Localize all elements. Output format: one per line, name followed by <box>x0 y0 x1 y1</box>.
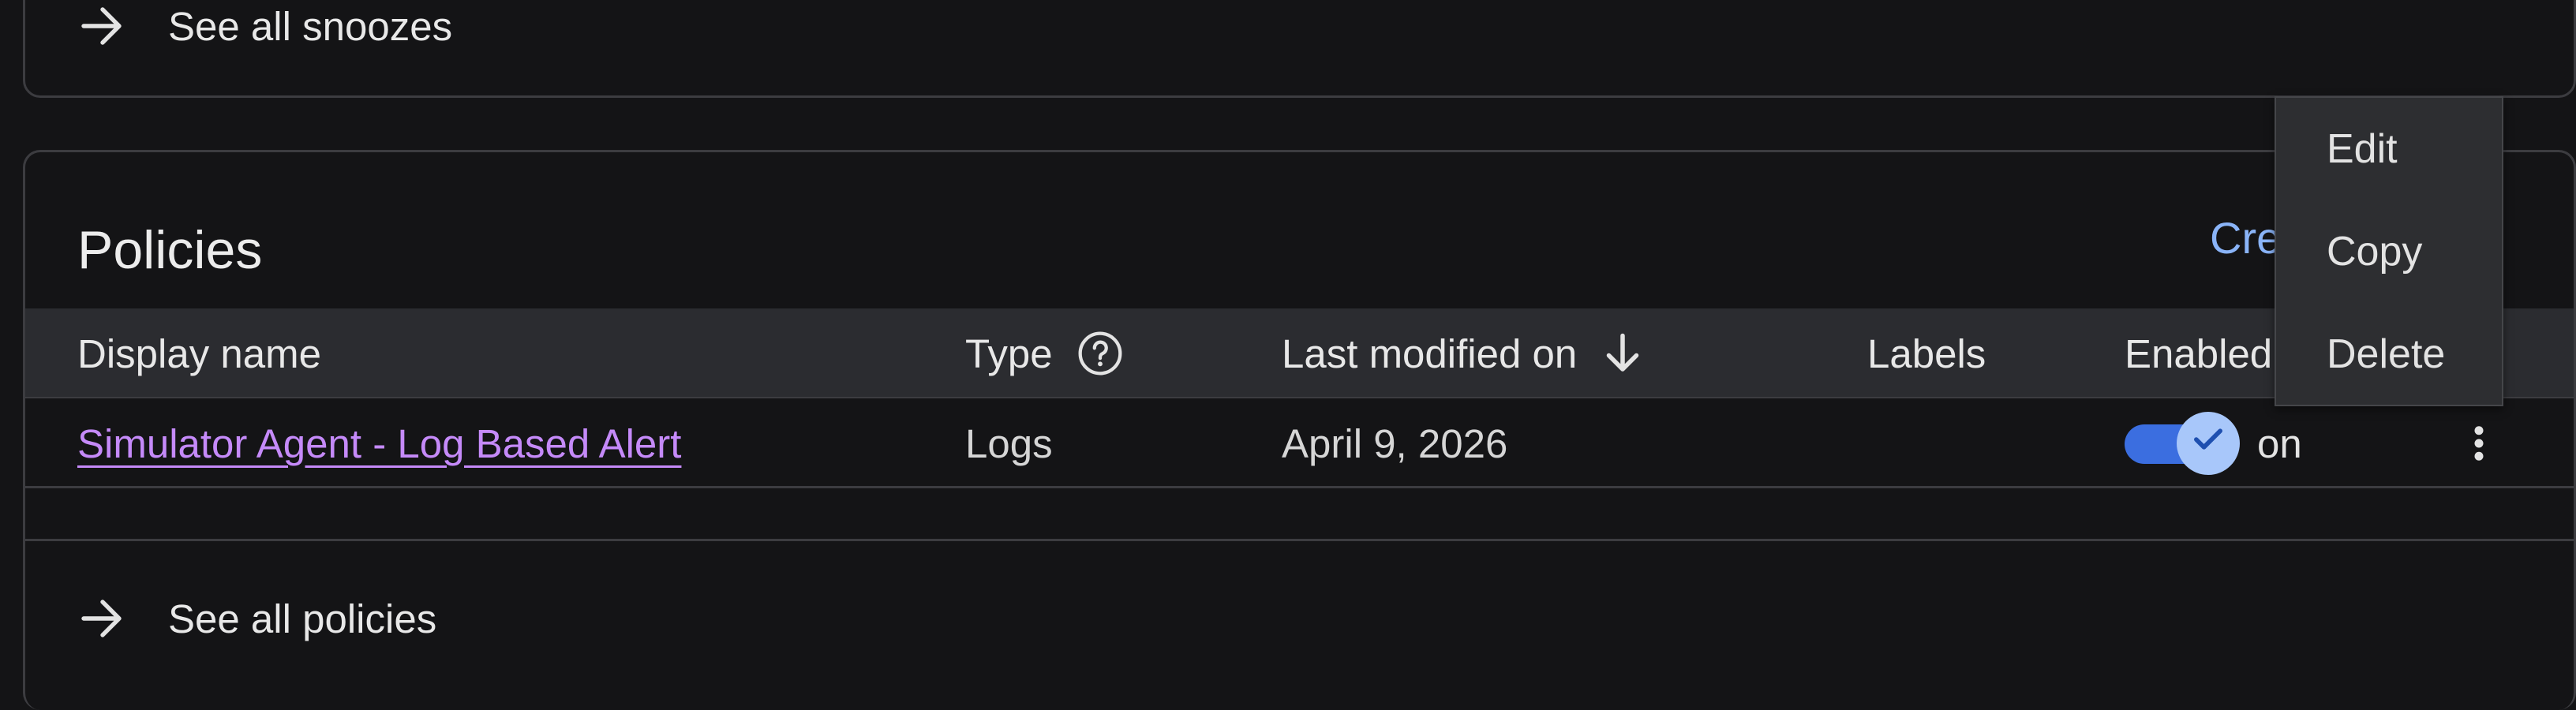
footer-divider <box>25 539 2574 541</box>
help-circle-icon[interactable] <box>1075 328 1125 379</box>
column-header-enabled: Enabled <box>2125 331 2273 376</box>
column-header-last-modified[interactable]: Last modified on <box>1282 308 1646 398</box>
more-vert-icon[interactable] <box>2451 416 2507 471</box>
check-icon <box>2188 418 2229 469</box>
menu-item-edit[interactable]: Edit <box>2276 98 2502 200</box>
menu-item-copy[interactable]: Copy <box>2276 200 2502 303</box>
policy-name-cell: Simulator Agent - Log Based Alert <box>77 398 681 488</box>
enabled-state-label: on <box>2257 420 2302 466</box>
column-header-display-name: Display name <box>77 331 321 376</box>
create-policy-button[interactable]: Cre <box>2210 212 2285 263</box>
row-actions-menu: Edit Copy Delete <box>2275 96 2503 406</box>
policies-title: Policies <box>77 220 263 280</box>
policy-type-cell: Logs <box>965 420 1053 466</box>
column-header-type: Type <box>965 308 1125 398</box>
see-all-snoozes-link[interactable]: See all snoozes <box>25 0 2574 65</box>
policies-card: Policies Cre Display name Type Last modi… <box>23 150 2576 710</box>
enabled-toggle[interactable] <box>2125 412 2240 475</box>
table-row: Simulator Agent - Log Based Alert Logs A… <box>25 398 2574 488</box>
policy-last-modified-cell: April 9, 2026 <box>1282 420 1508 466</box>
see-all-snoozes-label: See all snoozes <box>168 3 453 49</box>
see-all-policies-link[interactable]: See all policies <box>25 575 2574 662</box>
toggle-thumb <box>2177 412 2240 475</box>
arrow-down-icon <box>1599 330 1646 377</box>
see-all-policies-label: See all policies <box>168 596 437 641</box>
policies-table-header: Display name Type Last modified on Label… <box>25 308 2574 398</box>
policy-name-link[interactable]: Simulator Agent - Log Based Alert <box>77 420 681 467</box>
arrow-right-icon <box>74 0 131 54</box>
column-header-labels: Labels <box>1867 331 1986 376</box>
menu-item-delete[interactable]: Delete <box>2276 303 2502 405</box>
policy-enabled-cell: on <box>2125 398 2302 488</box>
snoozes-card: See all snoozes <box>23 0 2576 98</box>
arrow-right-icon <box>74 590 131 647</box>
